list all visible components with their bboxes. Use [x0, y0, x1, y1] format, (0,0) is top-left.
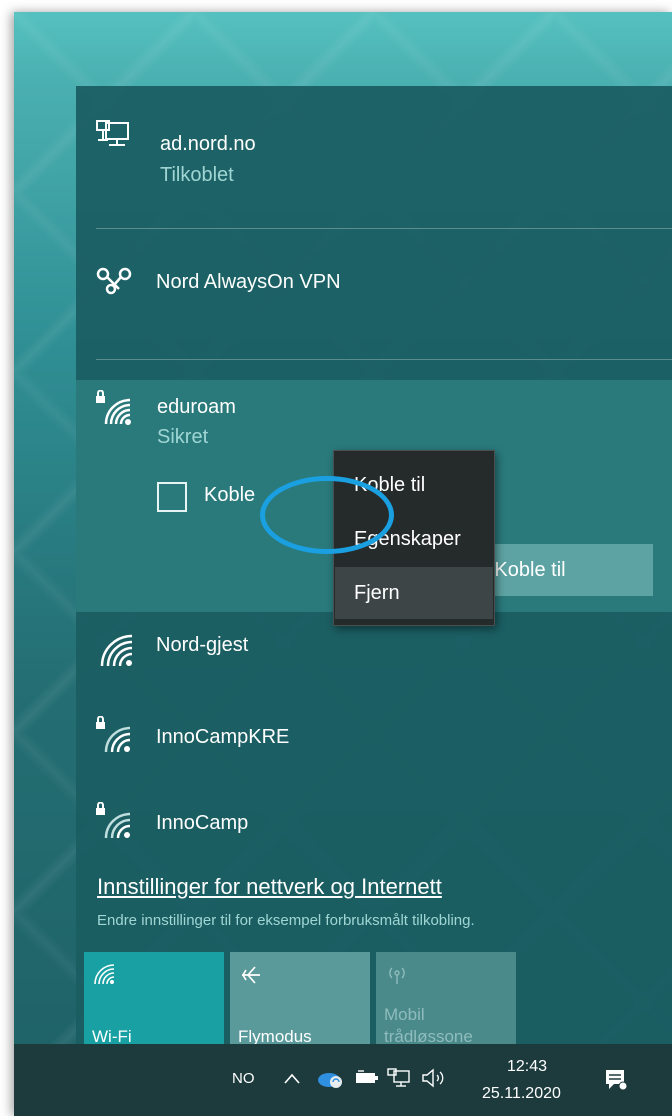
wifi-secure-icon [96, 716, 131, 753]
menu-item-remove[interactable]: Fjern [335, 567, 493, 619]
notification-center-icon[interactable] [602, 1066, 630, 1094]
network-name: Nord-gjest [156, 634, 249, 656]
tile-label: Mobil trådløssone [384, 1004, 473, 1048]
network-item-innocampkre[interactable]: InnoCampKRE [76, 698, 672, 784]
ethernet-icon [96, 120, 129, 146]
auto-connect-label: Koble [204, 484, 256, 506]
network-name: InnoCamp [156, 812, 249, 834]
language-indicator[interactable]: NO [232, 1070, 255, 1087]
wifi-secure-icon [96, 390, 131, 425]
network-item-innocamp[interactable]: InnoCamp [76, 784, 672, 870]
clock-time[interactable]: 12:43 [507, 1058, 547, 1076]
auto-connect-checkbox[interactable] [157, 482, 187, 512]
network-settings-description: Endre innstillinger til for eksempel for… [97, 912, 475, 929]
network-name: Nord AlwaysOn VPN [156, 271, 341, 293]
wifi-icon [94, 964, 115, 985]
network-flyout: ad.nord.no Tilkoblet Nord AlwaysOn VPN e… [76, 86, 672, 1058]
taskbar: NO 12:43 25.11.2020 [14, 1044, 672, 1116]
vpn-icon [96, 267, 132, 295]
chevron-up-icon[interactable] [282, 1070, 302, 1086]
mobile-hotspot-icon [389, 967, 405, 984]
network-item-wired[interactable]: ad.nord.no Tilkoblet [76, 86, 672, 228]
network-name: ad.nord.no [160, 133, 256, 155]
airplane-icon [242, 966, 260, 984]
network-status: Tilkoblet [160, 164, 234, 186]
network-icon[interactable] [386, 1066, 412, 1090]
battery-icon[interactable] [354, 1068, 380, 1088]
network-settings-link[interactable]: Innstillinger for nettverk og Internett [97, 874, 442, 900]
volume-icon[interactable] [420, 1066, 448, 1090]
desktop-background: ad.nord.no Tilkoblet Nord AlwaysOn VPN e… [14, 12, 672, 1116]
highlight-circle [260, 476, 394, 554]
tile-label-line: Mobil [384, 1005, 425, 1024]
divider [96, 359, 672, 360]
wifi-secure-icon [96, 802, 131, 839]
wifi-icon [100, 634, 133, 667]
network-name: eduroam [157, 396, 236, 418]
network-status: Sikret [157, 426, 209, 448]
network-name: InnoCampKRE [156, 726, 290, 748]
quick-action-mobile-hotspot[interactable]: Mobil trådløssone [376, 952, 516, 1058]
network-item-vpn[interactable]: Nord AlwaysOn VPN [76, 229, 672, 359]
clock-date[interactable]: 25.11.2020 [482, 1085, 561, 1103]
onedrive-sync-icon[interactable] [316, 1066, 346, 1090]
quick-action-wifi[interactable]: Wi-Fi [84, 952, 224, 1058]
quick-action-airplane-mode[interactable]: Flymodus [230, 952, 370, 1058]
